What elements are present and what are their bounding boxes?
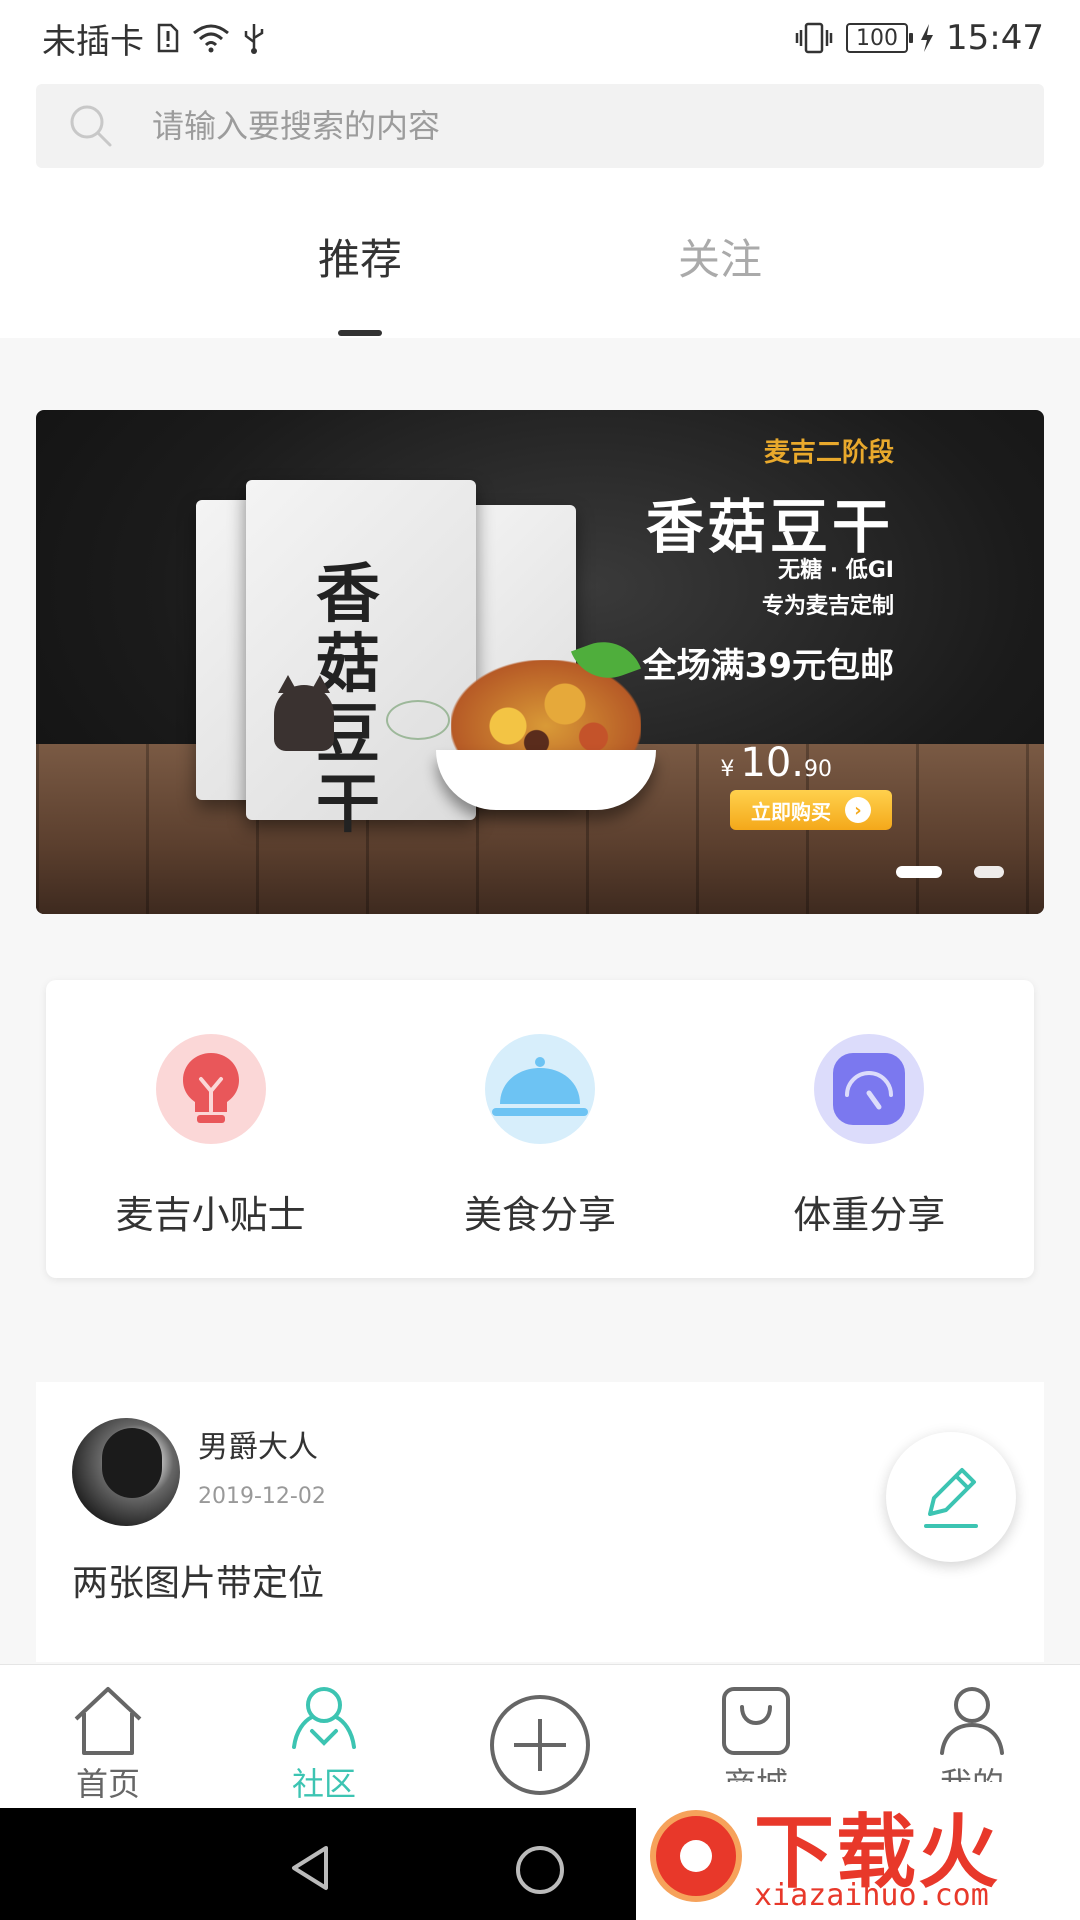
post-author[interactable]: 男爵大人 xyxy=(198,1422,318,1466)
post-text: 两张图片带定位 xyxy=(72,1563,325,1604)
vibrate-icon xyxy=(794,22,834,54)
home-icon xyxy=(74,1687,142,1755)
compose-post-button[interactable] xyxy=(886,1432,1016,1562)
banner-subtitle-2: 专为麦吉定制 xyxy=(761,594,894,619)
banner-pagination xyxy=(896,866,1004,878)
watermark-url: xiazaihuo.com xyxy=(754,1878,989,1913)
buy-now-label: 立即购买 xyxy=(751,799,831,824)
feed-tabs: 推荐 关注 xyxy=(0,226,1080,338)
avatar[interactable] xyxy=(72,1418,180,1526)
search-bar[interactable] xyxy=(36,84,1044,168)
category-food-label: 美食分享 xyxy=(463,1193,616,1237)
scale-icon xyxy=(814,1034,925,1144)
pencil-icon xyxy=(924,1468,978,1528)
search-icon xyxy=(70,105,112,147)
product-bag-title: 香菇豆干 xyxy=(316,557,380,842)
tab-recommend[interactable]: 推荐 xyxy=(300,226,420,338)
nav-community-label: 社区 xyxy=(291,1765,356,1803)
banner-promo: 全场满39元包邮 xyxy=(642,646,894,686)
app-screen: 未插卡 100 15:47 请输入要搜索的内容 推荐 关注 香菇豆干 麦吉二阶段… xyxy=(0,0,1080,1920)
post-date: 2019-12-02 xyxy=(198,1484,326,1509)
flame-badge-icon xyxy=(650,1810,742,1902)
category-food[interactable]: 美食分享 xyxy=(390,980,690,1239)
price-currency: ¥ xyxy=(720,757,735,782)
tab-active-indicator xyxy=(338,330,382,336)
tab-recommend-label: 推荐 xyxy=(317,235,402,284)
tab-follow[interactable]: 关注 xyxy=(660,226,780,338)
banner-dot-active[interactable] xyxy=(896,866,942,878)
charging-icon xyxy=(920,24,934,52)
product-seal-icon xyxy=(386,700,450,740)
price-decimal: 90 xyxy=(804,757,832,782)
category-card: 麦吉小贴士 美食分享 体重分享 xyxy=(46,980,1034,1278)
category-weight-label: 体重分享 xyxy=(793,1193,946,1237)
carrier-text: 未插卡 xyxy=(42,21,144,62)
banner-price: ¥ 10. 90 xyxy=(720,740,832,786)
category-weight[interactable]: 体重分享 xyxy=(719,980,1019,1239)
sim-alert-icon xyxy=(156,23,180,53)
promo-banner[interactable]: 香菇豆干 麦吉二阶段 香菇豆干 无糖 · 低GI 专为麦吉定制 全场满39元包邮… xyxy=(36,410,1044,914)
cat-mascot-icon xyxy=(274,675,334,751)
profile-icon xyxy=(940,1687,1004,1755)
home-circle-icon[interactable] xyxy=(514,1844,566,1896)
banner-dot[interactable] xyxy=(974,866,1004,878)
status-right: 100 15:47 xyxy=(794,18,1044,58)
tab-follow-label: 关注 xyxy=(677,235,762,284)
nav-community[interactable]: 社区 xyxy=(216,1665,432,1808)
price-integer: 10. xyxy=(740,740,804,786)
category-tips-label: 麦吉小贴士 xyxy=(115,1193,306,1237)
wifi-icon xyxy=(192,23,230,53)
chevron-right-icon: › xyxy=(845,797,871,823)
shop-bag-icon xyxy=(722,1687,790,1755)
watermark-logo: 下载火 xiazaihuo.com xyxy=(636,1782,1080,1920)
community-icon xyxy=(292,1687,356,1749)
banner-subtitle-1: 无糖 · 低GI xyxy=(778,558,894,583)
lightbulb-icon xyxy=(155,1034,266,1144)
usb-icon xyxy=(242,22,266,54)
header: 推荐 关注 xyxy=(0,76,1080,338)
food-cloche-icon xyxy=(484,1034,595,1144)
category-tips[interactable]: 麦吉小贴士 xyxy=(61,980,361,1239)
nav-home-label: 首页 xyxy=(75,1765,140,1803)
add-circle-icon xyxy=(490,1695,590,1795)
status-left: 未插卡 xyxy=(42,14,266,63)
nav-add[interactable] xyxy=(432,1665,648,1808)
buy-now-button[interactable]: 立即购买 › xyxy=(730,790,892,830)
bowl-image xyxy=(436,750,656,810)
nav-home[interactable]: 首页 xyxy=(0,1665,216,1808)
back-triangle-icon[interactable] xyxy=(286,1844,334,1892)
clock: 15:47 xyxy=(946,18,1044,58)
battery-indicator: 100 xyxy=(846,23,914,53)
search-input[interactable] xyxy=(152,107,952,145)
status-bar: 未插卡 100 15:47 xyxy=(0,0,1080,76)
banner-stage: 麦吉二阶段 xyxy=(763,438,894,468)
